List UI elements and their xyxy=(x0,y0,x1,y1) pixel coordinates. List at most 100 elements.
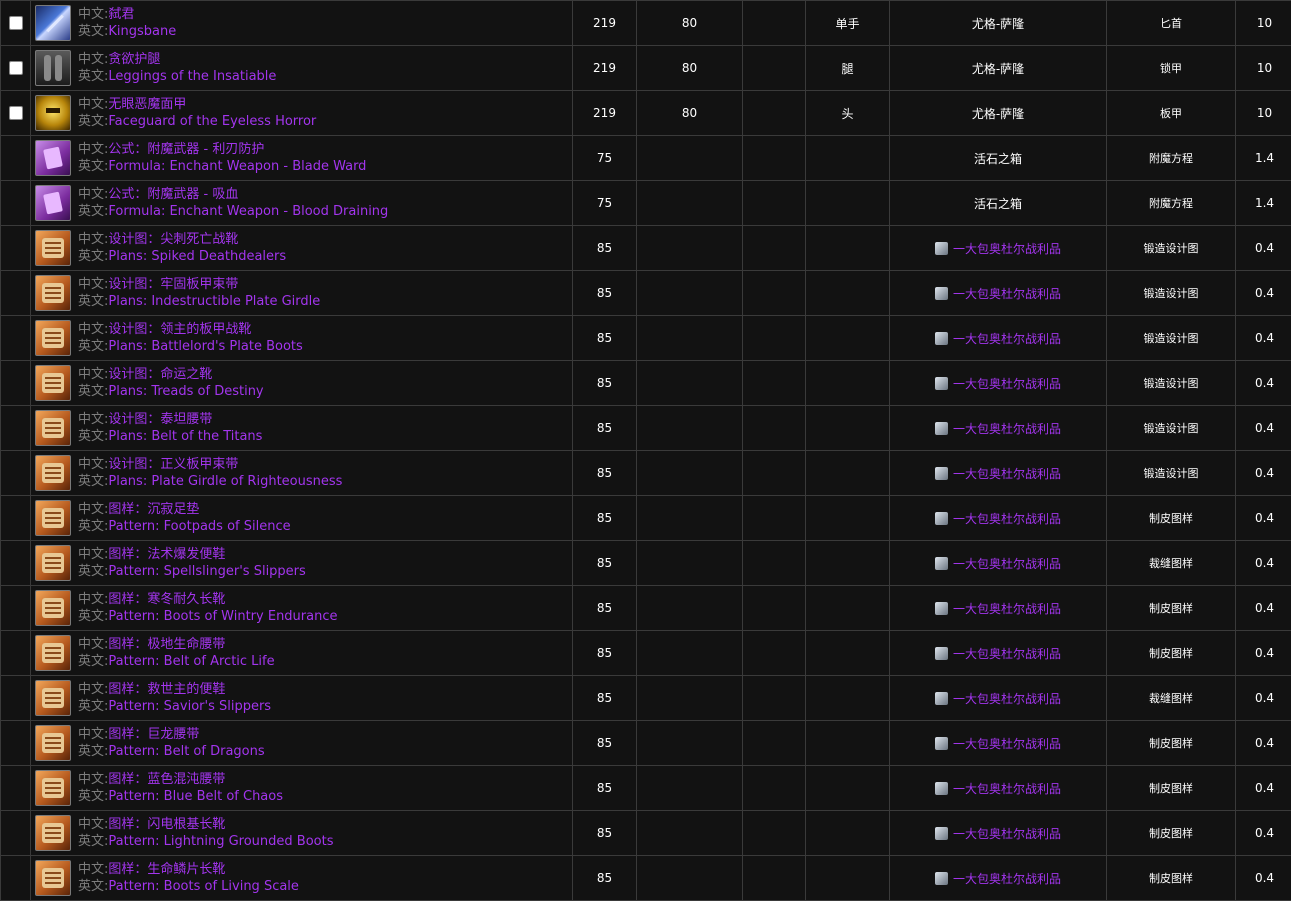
extra-cell xyxy=(742,0,806,46)
drop-source: 尤格-萨隆 xyxy=(889,45,1107,91)
source-link[interactable]: 一大包奥杜尔战利品 xyxy=(953,287,1061,301)
sword-icon[interactable] xyxy=(35,5,71,41)
item-name-en[interactable]: Plans: Spiked Deathdealers xyxy=(108,249,286,264)
item-type: 制皮图样 xyxy=(1106,855,1236,901)
plans-icon[interactable] xyxy=(35,860,71,896)
item-name-en[interactable]: Pattern: Boots of Wintry Endurance xyxy=(108,609,337,624)
item-name-en[interactable]: Pattern: Belt of Dragons xyxy=(108,744,264,759)
plans-icon[interactable] xyxy=(35,545,71,581)
source-link[interactable]: 一大包奥杜尔战利品 xyxy=(953,467,1061,481)
formula-icon[interactable] xyxy=(35,185,71,221)
source-link[interactable]: 一大包奥杜尔战利品 xyxy=(953,332,1061,346)
required-level xyxy=(636,765,743,811)
item-name-en[interactable]: Plans: Treads of Destiny xyxy=(108,384,263,399)
required-level xyxy=(636,810,743,856)
source-link[interactable]: 一大包奥杜尔战利品 xyxy=(953,557,1061,571)
source-link[interactable]: 一大包奥杜尔战利品 xyxy=(953,827,1061,841)
drop-rate: 0.4 xyxy=(1235,450,1291,496)
item-name-zh[interactable]: 设计图：尖刺死亡战靴 xyxy=(108,232,238,247)
plans-icon[interactable] xyxy=(35,770,71,806)
leggings-icon[interactable] xyxy=(35,50,71,86)
item-name-en[interactable]: Plans: Belt of the Titans xyxy=(108,429,262,444)
extra-cell xyxy=(742,675,806,721)
item-cell: 中文:图样：沉寂足垫 英文:Pattern: Footpads of Silenc… xyxy=(30,495,573,541)
source-link[interactable]: 一大包奥杜尔战利品 xyxy=(953,737,1061,751)
plans-icon[interactable] xyxy=(35,275,71,311)
item-name-zh[interactable]: 图样：闪电根基长靴 xyxy=(108,817,225,832)
item-name-zh[interactable]: 图样：救世主的便鞋 xyxy=(108,682,225,697)
item-name-zh[interactable]: 设计图：牢固板甲束带 xyxy=(108,277,238,292)
item-name-en[interactable]: Formula: Enchant Weapon - Blade Ward xyxy=(108,159,366,174)
item-name-zh[interactable]: 设计图：命运之靴 xyxy=(108,367,212,382)
item-slot xyxy=(805,225,890,271)
item-name-en[interactable]: Kingsbane xyxy=(108,24,176,39)
item-name-en[interactable]: Leggings of the Insatiable xyxy=(108,69,276,84)
item-cell: 中文:设计图：牢固板甲束带 英文:Plans: Indestructible Pl… xyxy=(30,270,573,316)
plans-icon[interactable] xyxy=(35,590,71,626)
source-link[interactable]: 一大包奥杜尔战利品 xyxy=(953,692,1061,706)
plans-icon[interactable] xyxy=(35,500,71,536)
source-link[interactable]: 一大包奥杜尔战利品 xyxy=(953,377,1061,391)
plans-icon[interactable] xyxy=(35,455,71,491)
helm-icon[interactable] xyxy=(35,95,71,131)
plans-icon[interactable] xyxy=(35,230,71,266)
plans-icon[interactable] xyxy=(35,725,71,761)
item-name-en[interactable]: Faceguard of the Eyeless Horror xyxy=(108,114,316,129)
item-name-en[interactable]: Pattern: Lightning Grounded Boots xyxy=(108,834,333,849)
plans-icon[interactable] xyxy=(35,410,71,446)
item-name-en[interactable]: Pattern: Footpads of Silence xyxy=(108,519,290,534)
zh-label: 中文: xyxy=(78,7,109,22)
item-name-en[interactable]: Formula: Enchant Weapon - Blood Draining xyxy=(108,204,388,219)
formula-icon[interactable] xyxy=(35,140,71,176)
zh-label: 中文: xyxy=(78,862,109,877)
item-name-zh[interactable]: 图样：生命鳞片长靴 xyxy=(108,862,225,877)
item-name-zh[interactable]: 无眼恶魔面甲 xyxy=(108,97,186,112)
plans-icon[interactable] xyxy=(35,680,71,716)
source-link[interactable]: 一大包奥杜尔战利品 xyxy=(953,422,1061,436)
drop-source: 一大包奥杜尔战利品 xyxy=(889,450,1107,496)
source-link[interactable]: 一大包奥杜尔战利品 xyxy=(953,602,1061,616)
source-link[interactable]: 一大包奥杜尔战利品 xyxy=(953,872,1061,886)
plans-icon[interactable] xyxy=(35,320,71,356)
item-name-zh[interactable]: 图样：极地生命腰带 xyxy=(108,637,225,652)
item-name-zh[interactable]: 设计图：泰坦腰带 xyxy=(108,412,212,427)
item-name-zh[interactable]: 图样：法术爆发便鞋 xyxy=(108,547,225,562)
item-name-zh[interactable]: 图样：寒冬耐久长靴 xyxy=(108,592,225,607)
item-slot xyxy=(805,720,890,766)
plans-icon[interactable] xyxy=(35,365,71,401)
source-link[interactable]: 一大包奥杜尔战利品 xyxy=(953,782,1061,796)
source-link[interactable]: 一大包奥杜尔战利品 xyxy=(953,647,1061,661)
item-name-en[interactable]: Plans: Battlelord's Plate Boots xyxy=(108,339,302,354)
item-name-zh[interactable]: 贪欲护腿 xyxy=(108,52,160,67)
item-name-en[interactable]: Plans: Plate Girdle of Righteousness xyxy=(108,474,342,489)
item-name-zh[interactable]: 图样：蓝色混沌腰带 xyxy=(108,772,225,787)
table-row: 中文:无眼恶魔面甲 英文:Faceguard of the Eyeless Hor… xyxy=(0,90,1291,136)
item-name-zh[interactable]: 公式：附魔武器 - 利刃防护 xyxy=(108,142,264,157)
row-select-checkbox[interactable] xyxy=(8,16,23,31)
zh-label: 中文: xyxy=(78,187,109,202)
item-name-zh[interactable]: 图样：巨龙腰带 xyxy=(108,727,199,742)
required-level xyxy=(636,630,743,676)
item-name-zh[interactable]: 图样：沉寂足垫 xyxy=(108,502,199,517)
row-select-checkbox[interactable] xyxy=(8,106,23,121)
item-name-en[interactable]: Pattern: Belt of Arctic Life xyxy=(108,654,274,669)
item-name-en[interactable]: Pattern: Spellslinger's Slippers xyxy=(108,564,305,579)
row-select-checkbox[interactable] xyxy=(8,61,23,76)
item-level: 219 xyxy=(572,90,637,136)
item-name-zh[interactable]: 弑君 xyxy=(108,7,134,22)
plans-icon[interactable] xyxy=(35,815,71,851)
plans-icon[interactable] xyxy=(35,635,71,671)
item-level: 85 xyxy=(572,405,637,451)
item-name-en[interactable]: Pattern: Blue Belt of Chaos xyxy=(108,789,283,804)
drop-source: 活石之箱 xyxy=(889,180,1107,226)
item-name-en[interactable]: Plans: Indestructible Plate Girdle xyxy=(108,294,320,309)
source-link[interactable]: 一大包奥杜尔战利品 xyxy=(953,242,1061,256)
item-name-en[interactable]: Pattern: Savior's Slippers xyxy=(108,699,271,714)
item-name-zh[interactable]: 设计图：领主的板甲战靴 xyxy=(108,322,251,337)
item-name-zh[interactable]: 公式：附魔武器 - 吸血 xyxy=(108,187,238,202)
item-slot xyxy=(805,135,890,181)
item-slot xyxy=(805,495,890,541)
item-name-en[interactable]: Pattern: Boots of Living Scale xyxy=(108,879,299,894)
item-name-zh[interactable]: 设计图：正义板甲束带 xyxy=(108,457,238,472)
source-link[interactable]: 一大包奥杜尔战利品 xyxy=(953,512,1061,526)
